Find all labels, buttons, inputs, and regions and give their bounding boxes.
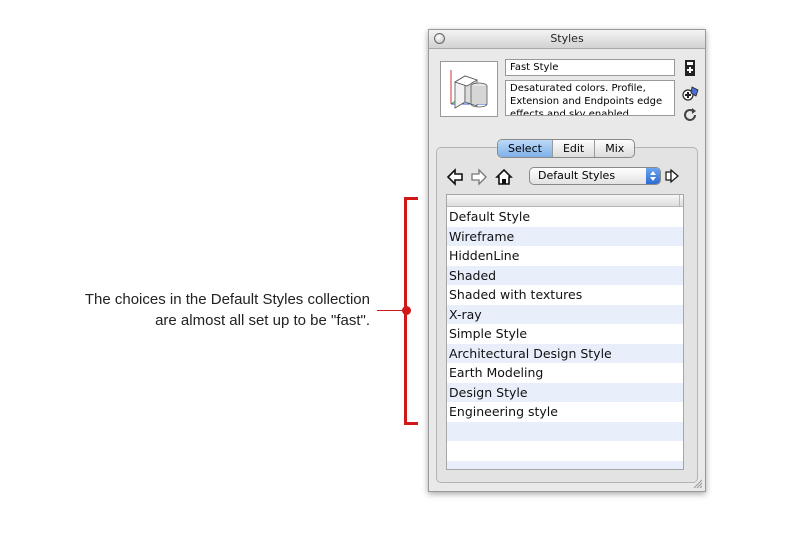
list-item[interactable]: Design Style (447, 382, 683, 402)
details-arrow-icon (665, 168, 679, 184)
list-item[interactable]: Engineering style (447, 402, 683, 422)
list-item[interactable]: Architectural Design Style (447, 343, 683, 363)
style-name-field[interactable]: Fast Style (505, 59, 675, 76)
list-item[interactable]: X-ray (447, 304, 683, 324)
tab-select[interactable]: Select (498, 140, 553, 157)
list-item-empty (447, 421, 683, 441)
resize-grip-icon[interactable] (692, 478, 702, 488)
create-style-icon[interactable] (682, 59, 698, 76)
annotation-line-2: are almost all set up to be "fast". (155, 312, 370, 329)
window-titlebar[interactable]: Styles (429, 30, 705, 49)
collection-dropdown[interactable]: Default Styles (529, 167, 661, 185)
list-item[interactable]: HiddenLine (447, 246, 683, 266)
list-item[interactable]: Shaded with textures (447, 285, 683, 305)
annotation-text: The choices in the Default Styles collec… (10, 289, 370, 331)
list-item-empty (447, 460, 683, 469)
list-item[interactable]: Default Style (447, 207, 683, 227)
tab-bar: Select Edit Mix (497, 139, 636, 158)
tab-edit[interactable]: Edit (553, 140, 596, 157)
list-header (447, 195, 683, 207)
window-title: Styles (550, 32, 584, 45)
update-style-icon[interactable] (682, 84, 699, 101)
forward-arrow-icon (471, 168, 487, 186)
style-preview-icon (450, 70, 488, 109)
back-arrow-icon (446, 168, 463, 186)
back-button[interactable] (446, 168, 464, 188)
dropdown-arrows-icon (646, 168, 660, 184)
details-button[interactable] (665, 168, 679, 184)
list-item[interactable]: Wireframe (447, 226, 683, 246)
style-thumbnail[interactable] (440, 61, 498, 117)
style-description-field[interactable]: Desaturated colors. Profile, Extension a… (505, 80, 675, 116)
list-item[interactable]: Earth Modeling (447, 363, 683, 383)
list-item[interactable]: Shaded (447, 265, 683, 285)
refresh-icon[interactable] (682, 107, 698, 123)
home-icon (495, 168, 513, 185)
styles-list[interactable]: Default Style Wireframe HiddenLine Shade… (446, 194, 684, 470)
forward-button[interactable] (470, 168, 488, 188)
collection-dropdown-value: Default Styles (538, 169, 616, 182)
styles-list-rows: Default Style Wireframe HiddenLine Shade… (447, 207, 683, 469)
annotation-line-1: The choices in the Default Styles collec… (84, 291, 370, 308)
annotation-bracket (404, 197, 418, 425)
home-button[interactable] (495, 168, 513, 188)
list-item[interactable]: Simple Style (447, 324, 683, 344)
list-item-empty (447, 441, 683, 461)
tab-mix[interactable]: Mix (595, 140, 634, 157)
styles-window: Styles Fast Style Desaturated colors. Pr… (428, 29, 706, 492)
